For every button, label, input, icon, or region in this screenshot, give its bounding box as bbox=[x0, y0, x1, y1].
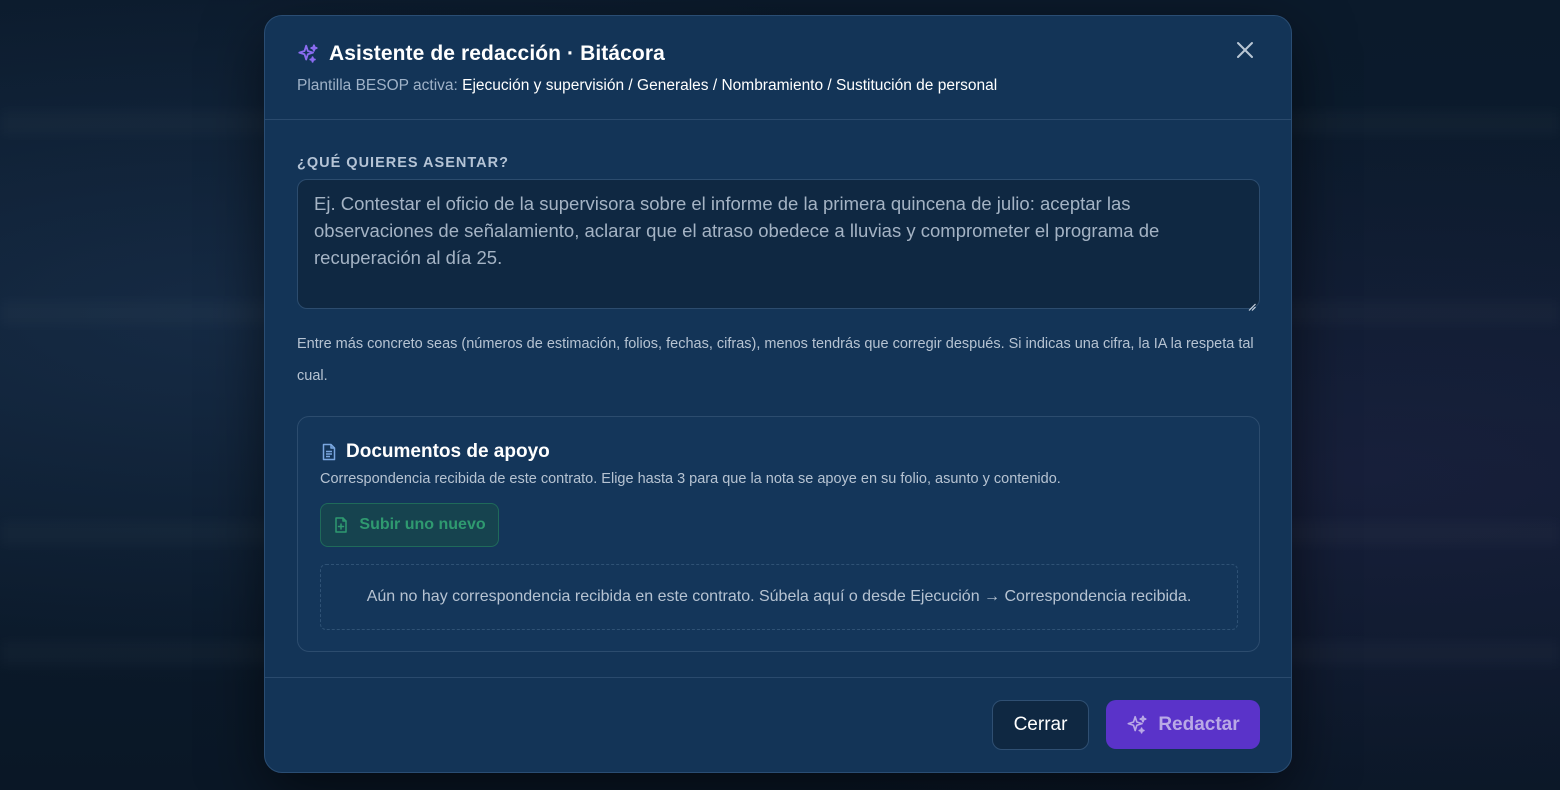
empty-message-text: Aún no hay correspondencia recibida en e… bbox=[366, 588, 1192, 605]
prompt-hint: Entre más concreto seas (números de esti… bbox=[297, 336, 1254, 384]
redactar-button[interactable]: Redactar bbox=[1106, 700, 1260, 749]
redactar-label: Redactar bbox=[1158, 713, 1240, 735]
sparkles-icon bbox=[297, 43, 319, 65]
file-plus-icon bbox=[333, 517, 349, 533]
docs-title-row: Documentos de apoyo bbox=[320, 441, 550, 463]
empty-correspondence-message: Aún no hay correspondencia recibida en e… bbox=[320, 564, 1238, 630]
document-icon bbox=[320, 443, 338, 461]
modal-title-row: Asistente de redacción · Bitácora bbox=[297, 40, 665, 68]
prompt-label: ¿QUÉ QUIERES ASENTAR? bbox=[297, 155, 509, 171]
active-template: Plantilla BESOP activa: Ejecución y supe… bbox=[297, 77, 997, 95]
modal-title: Asistente de redacción · Bitácora bbox=[329, 42, 665, 65]
docs-description: Correspondencia recibida de este contrat… bbox=[320, 471, 1061, 487]
close-button[interactable] bbox=[1233, 40, 1257, 64]
cerrar-button[interactable]: Cerrar bbox=[992, 700, 1089, 750]
prompt-textarea[interactable] bbox=[297, 179, 1260, 309]
modal-footer: Cerrar Redactar bbox=[265, 677, 1291, 772]
template-path: Ejecución y supervisión / Generales / No… bbox=[462, 77, 998, 94]
upload-new-label: Subir uno nuevo bbox=[359, 516, 486, 533]
template-prefix: Plantilla BESOP activa: bbox=[297, 77, 458, 94]
resize-handle-icon[interactable] bbox=[1248, 298, 1256, 311]
docs-title: Documentos de apoyo bbox=[346, 441, 550, 462]
sparkles-icon bbox=[1126, 714, 1148, 736]
close-icon[interactable] bbox=[1235, 40, 1255, 65]
upload-new-button[interactable]: Subir uno nuevo bbox=[320, 503, 499, 547]
writing-assistant-modal: Asistente de redacción · Bitácora Planti… bbox=[264, 15, 1292, 773]
support-documents-card: Documentos de apoyo Correspondencia reci… bbox=[297, 416, 1260, 652]
modal-header: Asistente de redacción · Bitácora Planti… bbox=[265, 16, 1291, 120]
